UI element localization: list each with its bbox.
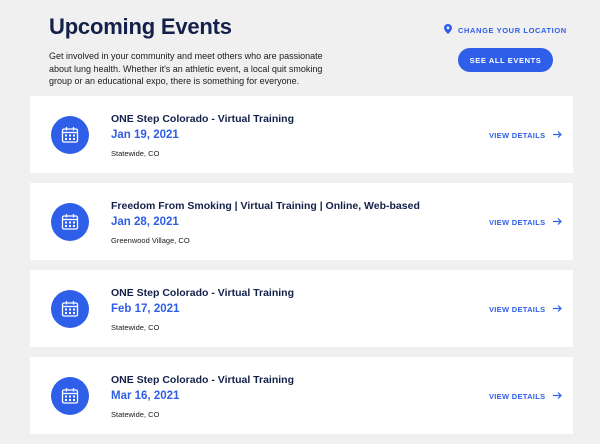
event-location: Greenwood Village, CO: [111, 236, 190, 245]
event-location: Statewide, CO: [111, 323, 160, 332]
event-date: Feb 17, 2021: [111, 303, 180, 315]
calendar-icon: [51, 203, 89, 241]
event-card[interactable]: Freedom From Smoking | Virtual Training …: [30, 183, 573, 260]
event-card[interactable]: ONE Step Colorado - Virtual Training Mar…: [30, 357, 573, 434]
arrow-right-icon: [553, 131, 563, 140]
view-details-label: VIEW DETAILS: [489, 218, 546, 227]
change-location-link[interactable]: CHANGE YOUR LOCATION: [444, 24, 567, 36]
see-all-events-button[interactable]: SEE ALL EVENTS: [458, 48, 553, 72]
view-details-link[interactable]: VIEW DETAILS: [489, 218, 563, 227]
event-title[interactable]: ONE Step Colorado - Virtual Training: [111, 113, 294, 125]
event-location: Statewide, CO: [111, 410, 160, 419]
events-list: ONE Step Colorado - Virtual Training Jan…: [30, 96, 573, 444]
view-details-link[interactable]: VIEW DETAILS: [489, 392, 563, 401]
event-card[interactable]: ONE Step Colorado - Virtual Training Jan…: [30, 96, 573, 173]
view-details-label: VIEW DETAILS: [489, 131, 546, 140]
view-details-label: VIEW DETAILS: [489, 305, 546, 314]
calendar-icon: [51, 116, 89, 154]
event-date: Jan 28, 2021: [111, 216, 179, 228]
arrow-right-icon: [553, 218, 563, 227]
event-date: Jan 19, 2021: [111, 129, 179, 141]
arrow-right-icon: [553, 392, 563, 401]
event-location: Statewide, CO: [111, 149, 160, 158]
calendar-icon: [51, 290, 89, 328]
change-location-label: CHANGE YOUR LOCATION: [458, 25, 567, 35]
event-title[interactable]: Freedom From Smoking | Virtual Training …: [111, 200, 420, 212]
view-details-link[interactable]: VIEW DETAILS: [489, 131, 563, 140]
view-details-link[interactable]: VIEW DETAILS: [489, 305, 563, 314]
event-date: Mar 16, 2021: [111, 390, 180, 402]
event-card[interactable]: ONE Step Colorado - Virtual Training Feb…: [30, 270, 573, 347]
arrow-right-icon: [553, 305, 563, 314]
intro-text: Get involved in your community and meet …: [49, 51, 323, 86]
map-pin-icon: [444, 24, 452, 36]
view-details-label: VIEW DETAILS: [489, 392, 546, 401]
event-title[interactable]: ONE Step Colorado - Virtual Training: [111, 287, 294, 299]
events-header: Upcoming Events Get involved in your com…: [49, 14, 349, 88]
calendar-icon: [51, 377, 89, 415]
page-title: Upcoming Events: [49, 14, 232, 39]
event-title[interactable]: ONE Step Colorado - Virtual Training: [111, 374, 294, 386]
